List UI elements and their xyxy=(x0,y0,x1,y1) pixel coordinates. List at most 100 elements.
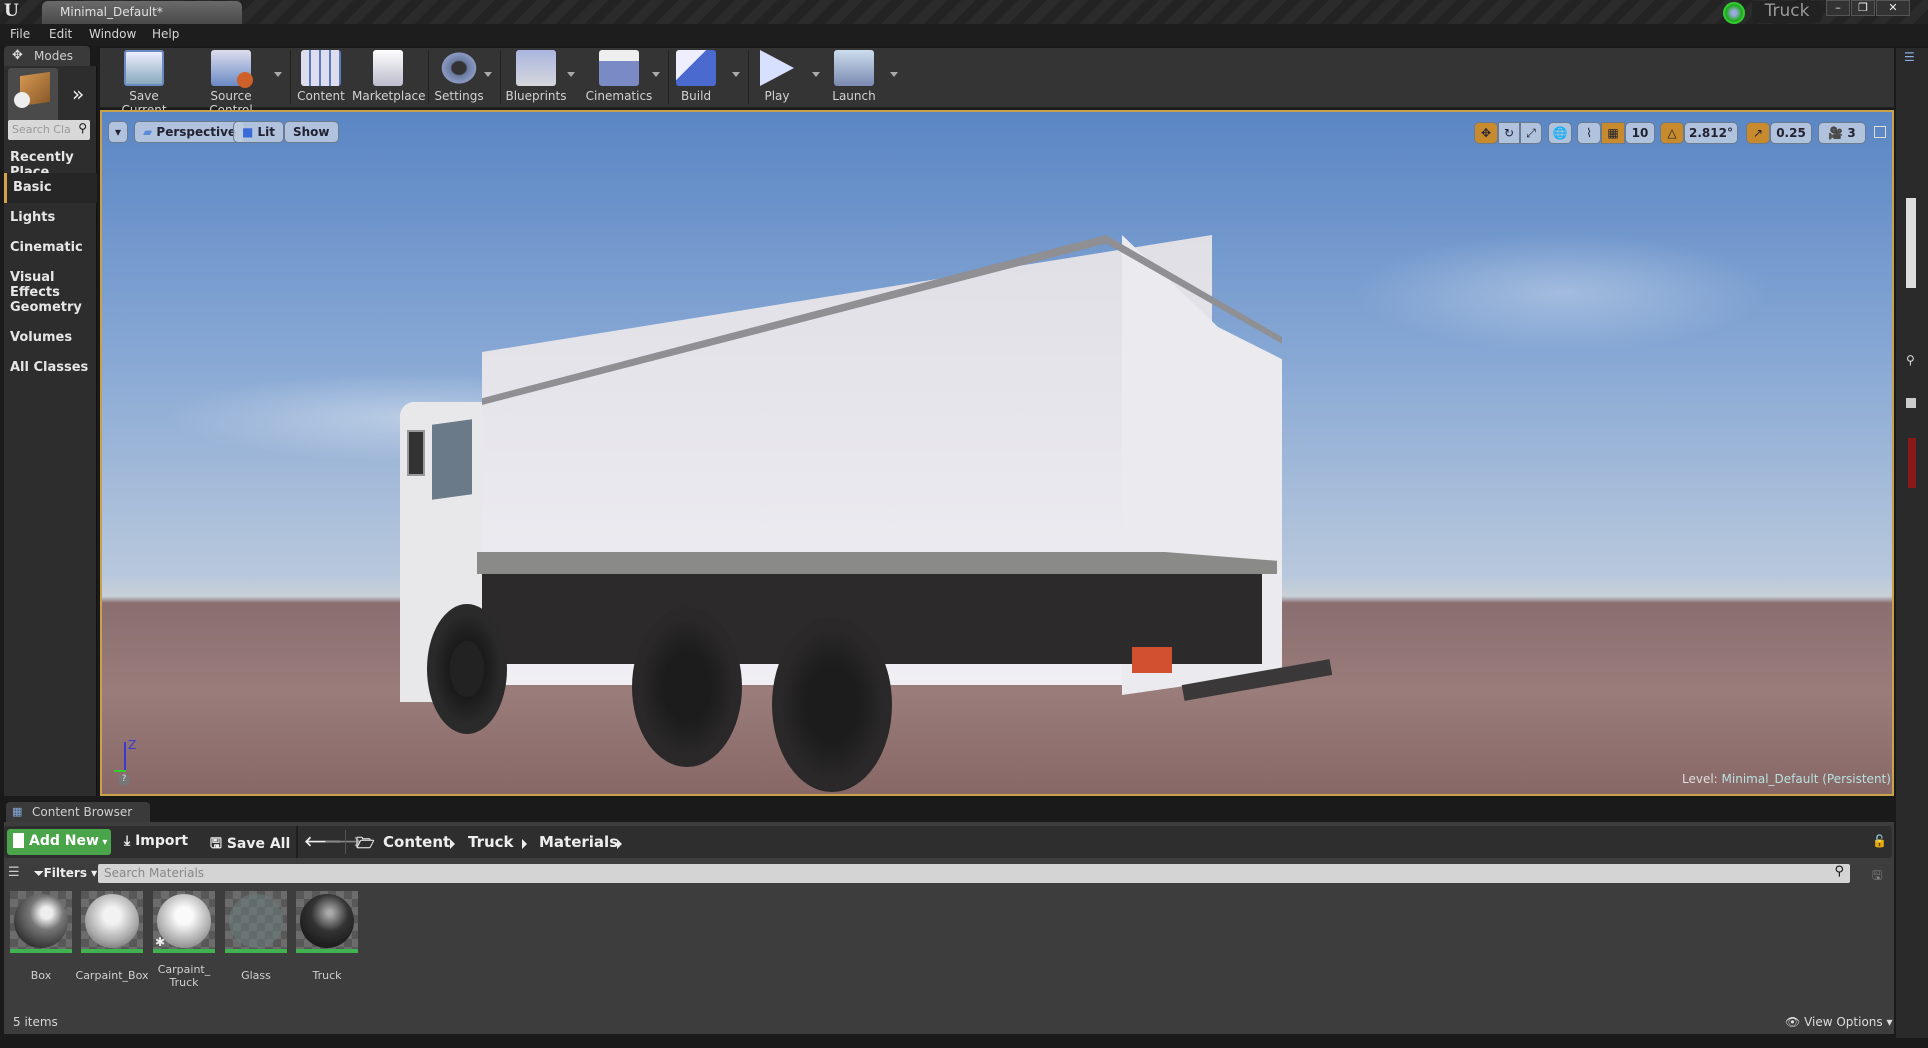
launch-label: Launch xyxy=(832,89,876,103)
new-file-icon xyxy=(13,833,24,848)
category-cinematic[interactable]: Cinematic xyxy=(4,233,97,263)
search-materials-input[interactable]: Search Materials ⚲ xyxy=(98,864,1850,883)
search-materials-placeholder: Search Materials xyxy=(104,866,205,880)
unreal-logo-icon[interactable]: U xyxy=(4,1,26,23)
category-all-classes[interactable]: All Classes xyxy=(4,353,97,383)
breadcrumb-arrow-icon[interactable] xyxy=(450,839,455,849)
search-classes-input[interactable]: Search Cla ⚲ xyxy=(8,120,90,140)
build-button[interactable]: Build xyxy=(672,48,720,106)
play-button[interactable]: Play xyxy=(752,48,802,106)
category-visual-effects[interactable]: Visual Effects xyxy=(4,263,97,300)
menu-window[interactable]: Window xyxy=(89,27,136,41)
launch-dropdown-icon[interactable] xyxy=(890,72,898,77)
content-browser-tab[interactable]: ▦ Content Browser ✕ xyxy=(6,802,150,833)
lit-button[interactable]: ■ Lit xyxy=(233,121,285,143)
category-lights[interactable]: Lights xyxy=(4,203,97,233)
grid-snap-icon[interactable]: ▦ xyxy=(1601,122,1625,144)
save-all-button[interactable]: 🖫 Save All xyxy=(210,833,290,857)
grid-snap-value[interactable]: 10 xyxy=(1625,122,1655,144)
material-sphere-icon xyxy=(85,894,139,948)
content-button[interactable]: Content xyxy=(294,48,348,106)
build-icon xyxy=(676,50,716,86)
asset-tile-carpaint-box[interactable] xyxy=(81,891,143,953)
material-sphere-icon xyxy=(229,894,283,948)
close-button[interactable]: ✕ xyxy=(1876,0,1910,16)
rotate-tool-icon[interactable]: ↻ xyxy=(1498,122,1520,144)
cinematics-dropdown-icon[interactable] xyxy=(652,72,660,77)
settings-dropdown-icon[interactable] xyxy=(484,72,492,77)
expand-modes-icon[interactable]: » xyxy=(72,82,84,106)
blueprints-dropdown-icon[interactable] xyxy=(567,72,575,77)
save-current-button[interactable]: Save Current xyxy=(106,48,182,117)
content-label: Content xyxy=(297,89,345,103)
breadcrumb-arrow-icon[interactable] xyxy=(617,839,622,849)
show-button[interactable]: Show xyxy=(284,121,339,143)
restore-button[interactable]: ❐ xyxy=(1851,0,1875,16)
blueprints-button[interactable]: Blueprints xyxy=(504,48,568,106)
rotation-snap-value[interactable]: 2.812° xyxy=(1684,122,1738,144)
rotation-snap-icon[interactable]: △ xyxy=(1660,122,1684,144)
category-basic[interactable]: Basic xyxy=(4,173,97,203)
world-coordinates-icon[interactable]: 🌐 xyxy=(1548,122,1572,144)
asset-tile-carpaint-truck[interactable]: ✱ xyxy=(153,891,215,953)
modes-tab-label: Modes xyxy=(34,49,73,63)
perspective-button[interactable]: ▰ Perspective xyxy=(134,121,246,143)
import-label: Import xyxy=(135,833,189,849)
modes-tab[interactable]: ✥ Modes ✕ xyxy=(4,46,90,77)
axis-z-label: Z xyxy=(128,738,137,752)
camera-speed-button[interactable]: 🎥 3 xyxy=(1818,122,1866,144)
cinematics-label: Cinematics xyxy=(585,89,653,103)
scale-snap-value[interactable]: 0.25 xyxy=(1770,122,1812,144)
play-dropdown-icon[interactable] xyxy=(812,72,820,77)
category-volumes[interactable]: Volumes xyxy=(4,323,97,353)
wheel-rear-2 xyxy=(772,617,892,792)
source-control-button[interactable]: Source Control xyxy=(188,48,274,117)
level-viewport[interactable]: Z ? Level: Minimal_Default (Persistent) xyxy=(100,110,1894,796)
viewport-options-button[interactable]: ▾ xyxy=(108,121,128,143)
launch-button[interactable]: Launch xyxy=(828,48,880,106)
surface-snap-icon[interactable]: ⌇ xyxy=(1577,122,1601,144)
toolbar-separator xyxy=(668,50,669,104)
scale-snap-icon[interactable]: ↗ xyxy=(1746,122,1770,144)
translate-tool-icon[interactable]: ✥ xyxy=(1474,122,1498,144)
perspective-icon: ▰ xyxy=(143,125,157,139)
menu-help[interactable]: Help xyxy=(152,27,179,41)
search-icon[interactable]: ⚲ xyxy=(1906,353,1915,367)
category-recently-placed[interactable]: Recently Place xyxy=(4,143,97,180)
view-options-button[interactable]: 👁 View Options ▾ xyxy=(1785,1015,1893,1029)
build-dropdown-icon[interactable] xyxy=(732,72,740,77)
cinematics-button[interactable]: Cinematics xyxy=(584,48,654,106)
breadcrumb-truck[interactable]: Truck xyxy=(468,833,514,851)
scrollbar-thumb[interactable] xyxy=(1906,198,1916,288)
menu-file[interactable]: File xyxy=(10,27,30,41)
category-geometry[interactable]: Geometry xyxy=(4,293,97,323)
toolbar-separator xyxy=(748,50,749,104)
asset-tile-truck[interactable] xyxy=(296,891,358,953)
asset-tile-box[interactable] xyxy=(10,891,72,953)
breadcrumb-content[interactable]: Content xyxy=(383,833,450,851)
wheel-rear-1 xyxy=(632,607,742,767)
menu-bar xyxy=(0,24,1928,46)
lock-icon[interactable]: 🔓 xyxy=(1872,834,1887,848)
save-search-icon[interactable]: 🖫 xyxy=(1872,866,1882,887)
minimize-button[interactable]: – xyxy=(1826,0,1850,16)
marketplace-button[interactable]: Marketplace xyxy=(352,48,426,106)
import-button[interactable]: ⤓ Import xyxy=(124,833,188,849)
checkbox[interactable] xyxy=(1906,398,1916,408)
settings-icon xyxy=(439,50,479,86)
filters-button[interactable]: ⏷Filters ▾ xyxy=(34,866,97,881)
menu-edit[interactable]: Edit xyxy=(49,27,72,41)
help-icon[interactable]: ? xyxy=(118,774,130,786)
breadcrumb-arrow-icon[interactable] xyxy=(522,839,527,849)
source-control-dropdown-icon[interactable] xyxy=(274,72,282,77)
asset-tile-glass[interactable] xyxy=(225,891,287,953)
breadcrumb-materials[interactable]: Materials xyxy=(539,833,618,851)
scale-tool-icon[interactable]: ⤢ xyxy=(1520,122,1542,144)
settings-button[interactable]: Settings xyxy=(432,48,486,106)
add-new-button[interactable]: Add New ▾ xyxy=(7,829,111,855)
sources-toggle-icon[interactable]: ☰ xyxy=(8,865,20,880)
document-tab[interactable]: Minimal_Default* xyxy=(42,1,242,24)
place-mode-button[interactable] xyxy=(8,68,58,124)
material-sphere-icon xyxy=(300,894,354,948)
maximize-viewport-icon[interactable] xyxy=(1874,126,1886,138)
